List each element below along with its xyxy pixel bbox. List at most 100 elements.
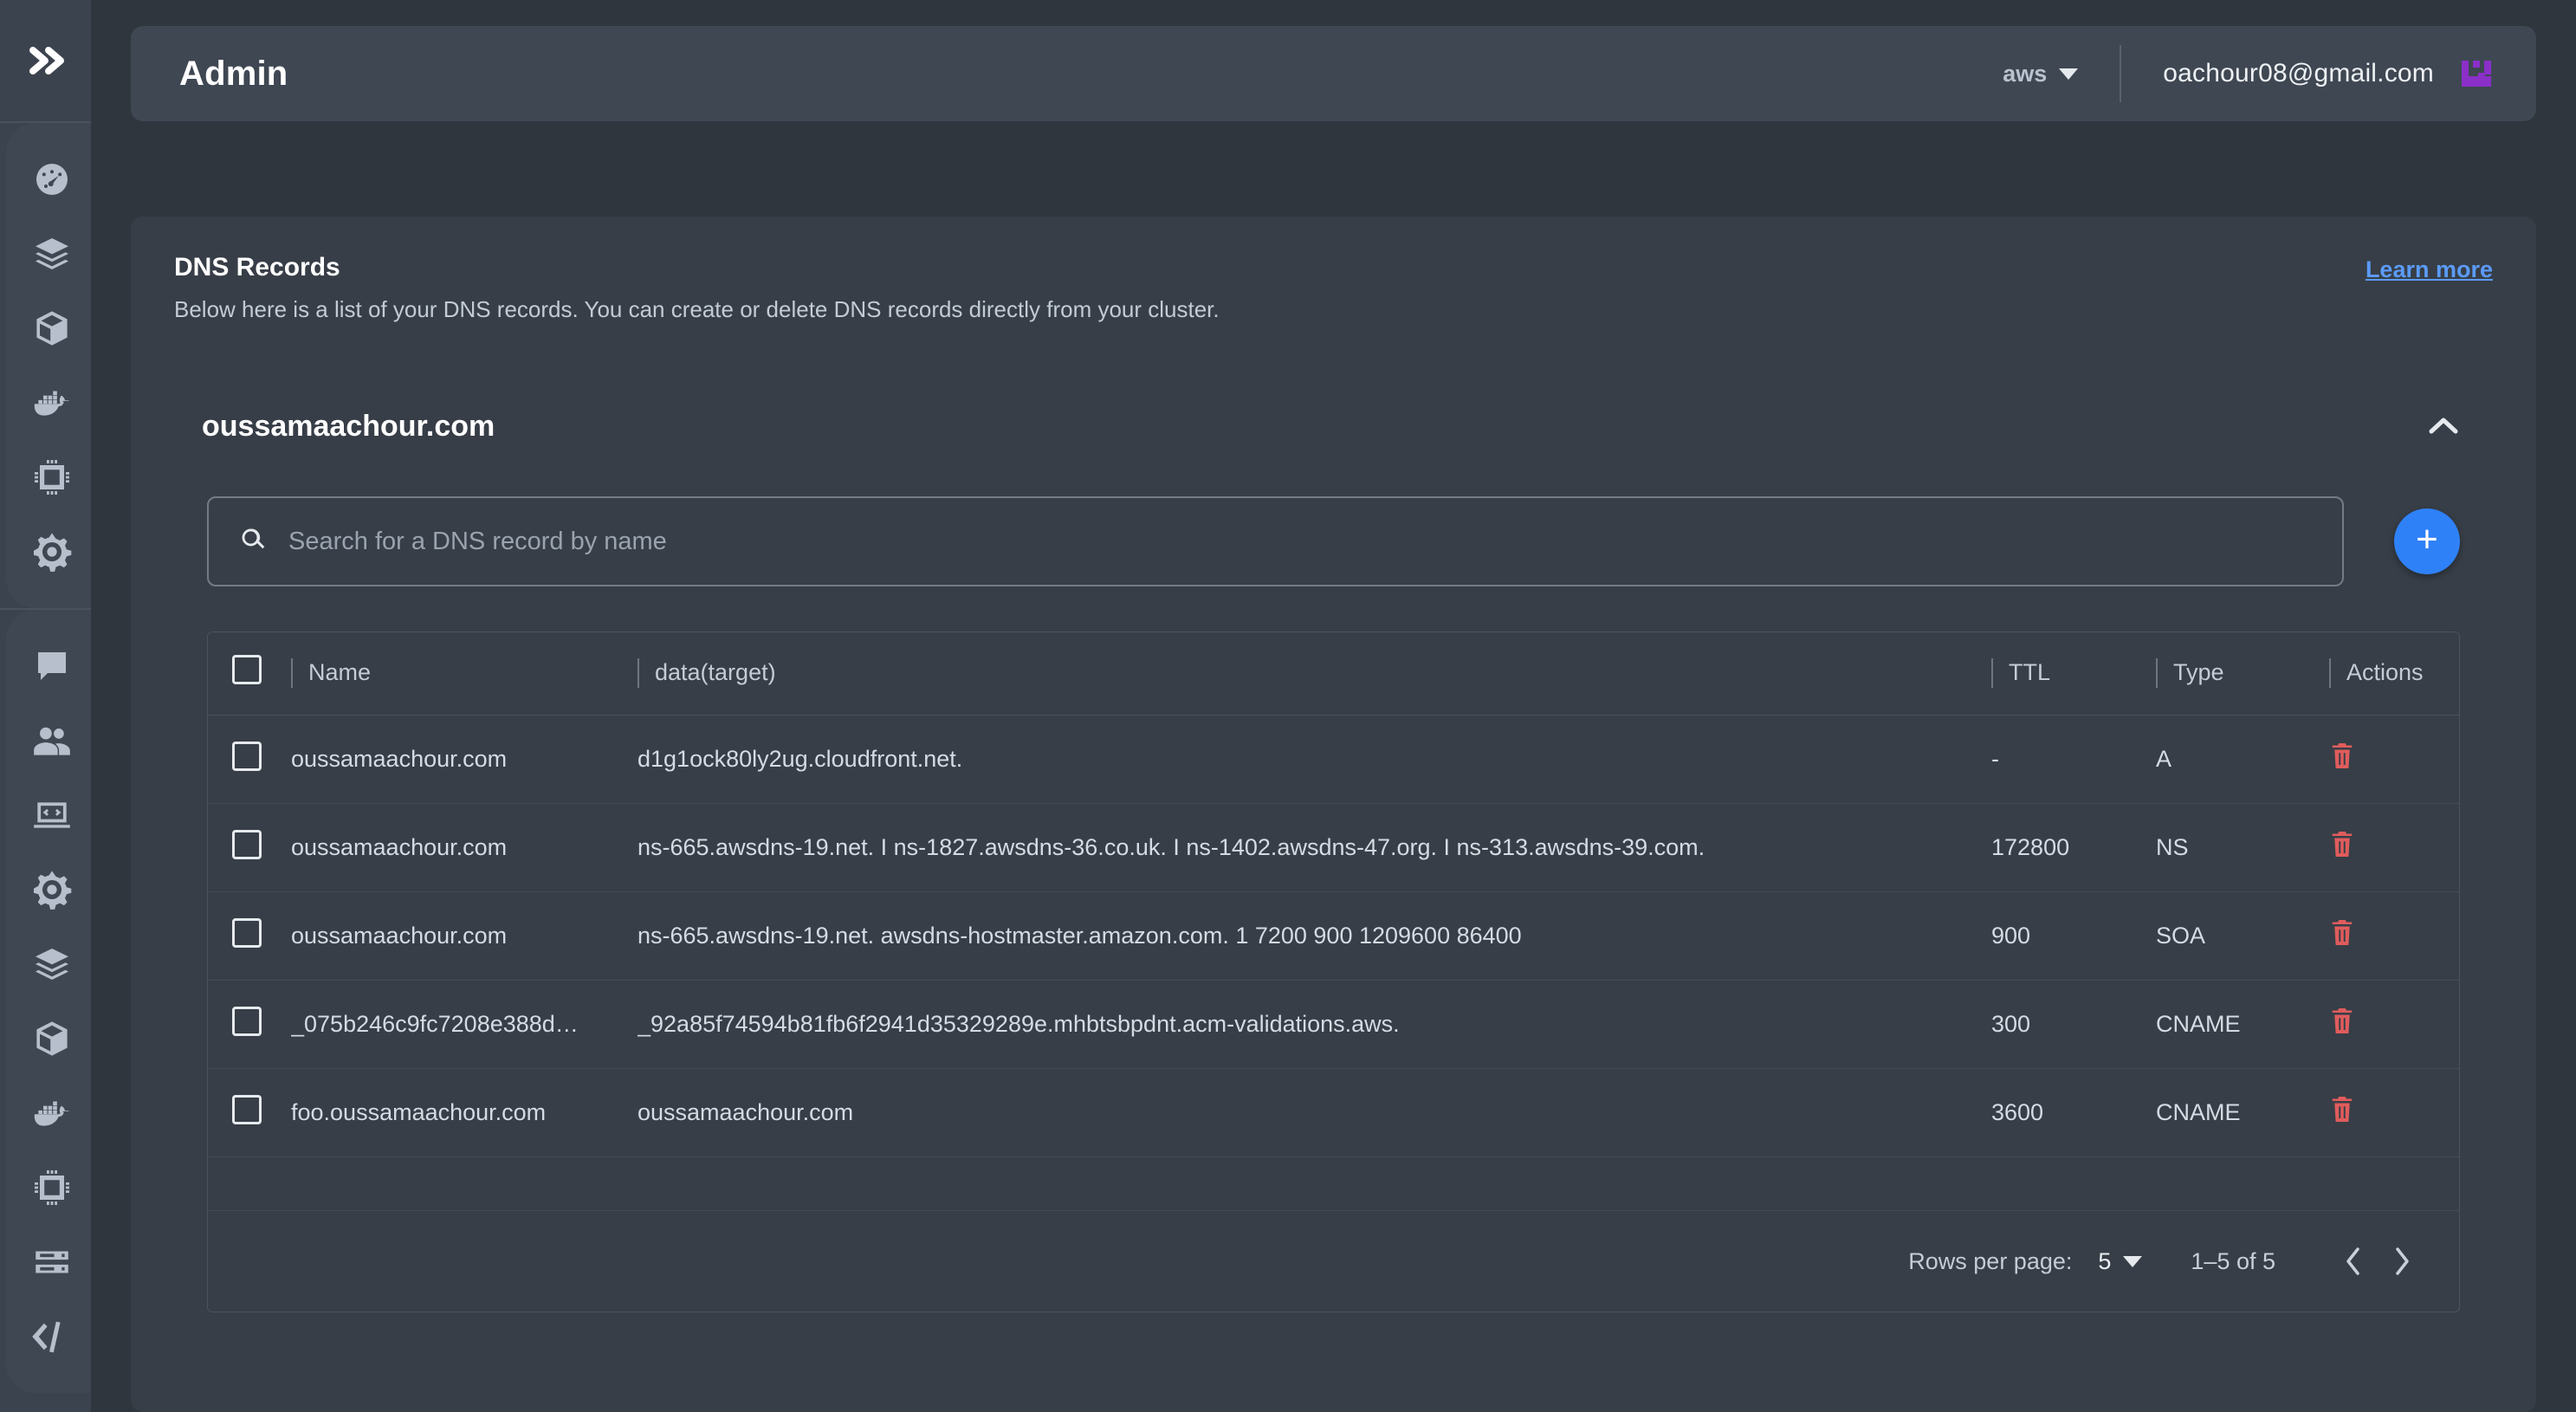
learn-more-link[interactable]: Learn more <box>2366 256 2493 283</box>
sidebar-item-compute[interactable] <box>6 440 97 515</box>
card-header: DNS Records Below here is a list of your… <box>174 253 2493 323</box>
delete-icon[interactable] <box>2329 832 2355 865</box>
cell-type: SOA <box>2156 891 2329 981</box>
sidebar-item-containers-2[interactable] <box>6 1001 97 1076</box>
prev-page-button[interactable] <box>2329 1237 2378 1286</box>
delete-icon[interactable] <box>2329 1008 2355 1041</box>
table-row[interactable]: oussamaachour.com ns-665.awsdns-19.net. I… <box>208 803 2459 892</box>
chevron-down-icon <box>2123 1255 2143 1267</box>
row-checkbox[interactable] <box>232 918 262 948</box>
layers-stack-icon <box>35 949 68 980</box>
search-row: + <box>174 496 2493 586</box>
sidebar-item-users[interactable] <box>6 703 97 778</box>
cloud-provider-dropdown[interactable]: aws <box>2003 61 2079 87</box>
domain-accordion-header[interactable]: oussamaachour.com <box>174 387 2493 465</box>
table-row[interactable]: oussamaachour.com d1g1ock80ly2ug.cloudfro… <box>208 715 2459 804</box>
docker-whale-icon <box>34 1101 69 1126</box>
column-header-name-label: Name <box>308 659 372 685</box>
pagination-range: 1–5 of 5 <box>2191 1247 2275 1274</box>
domain-accordion: oussamaachour.com + <box>174 387 2493 1312</box>
cell-data: oussamaachour.com <box>638 1068 1991 1157</box>
sidebar-item-docker[interactable] <box>6 366 97 440</box>
search-icon <box>238 525 268 559</box>
dns-records-card: DNS Records Below here is a list of your… <box>131 217 2536 1412</box>
column-header-data[interactable]: data(target) <box>638 632 1991 716</box>
cube-box-icon <box>36 311 68 346</box>
rows-per-page-label: Rows per page: <box>1908 1247 2073 1274</box>
cell-actions <box>2329 1068 2459 1157</box>
sidebar-item-containers[interactable] <box>6 291 97 366</box>
avatar[interactable] <box>2456 54 2496 94</box>
add-dns-record-button[interactable]: + <box>2394 508 2460 574</box>
delete-icon[interactable] <box>2329 920 2355 953</box>
search-box[interactable] <box>207 496 2344 586</box>
sidebar-item-stacks[interactable] <box>6 217 97 291</box>
dns-records-table-wrapper: Name data(target) TTL Type Actions oussa… <box>207 632 2460 1312</box>
dns-records-table: Name data(target) TTL Type Actions oussa… <box>208 632 2459 1211</box>
sidebar-item-dashboard[interactable] <box>6 142 97 217</box>
select-all-header <box>208 632 291 716</box>
cell-name: oussamaachour.com <box>291 803 638 892</box>
sidebar-item-kubernetes-2[interactable] <box>6 852 97 927</box>
cell-actions <box>2329 891 2459 981</box>
cell-ttl: 172800 <box>1991 803 2156 892</box>
column-header-ttl-label: TTL <box>2009 659 2051 685</box>
sidebar-expand-toggle[interactable] <box>0 0 91 121</box>
chat-bubble-icon <box>37 652 66 680</box>
sidebar-item-messages[interactable] <box>6 629 97 703</box>
table-row[interactable]: _075b246c9fc7208e388d… _92a85f74594b81fb6… <box>208 980 2459 1069</box>
chevron-up-icon[interactable] <box>2429 417 2458 436</box>
cpu-chip-icon <box>34 460 69 495</box>
cpu-chip-icon <box>34 1170 69 1205</box>
delete-icon[interactable] <box>2329 1097 2355 1130</box>
card-header-texts: DNS Records Below here is a list of your… <box>174 253 2366 323</box>
next-page-button[interactable] <box>2378 1237 2426 1286</box>
column-divider <box>638 657 639 688</box>
card-subtitle: Below here is a list of your DNS records… <box>174 296 1220 322</box>
row-checkbox[interactable] <box>232 742 262 771</box>
table-row[interactable]: foo.oussamaachour.com oussamaachour.com 36… <box>208 1068 2459 1157</box>
table-header-row: Name data(target) TTL Type Actions <box>208 632 2459 716</box>
column-header-name[interactable]: Name <box>291 632 638 716</box>
cell-type: A <box>2156 715 2329 804</box>
cell-data: d1g1ock80ly2ug.cloudfront.net. <box>638 715 1991 804</box>
column-divider <box>291 657 293 688</box>
sidebar-item-docker-2[interactable] <box>6 1076 97 1150</box>
column-header-actions-label: Actions <box>2346 659 2424 685</box>
row-select-cell <box>208 891 291 981</box>
delete-icon[interactable] <box>2329 743 2355 776</box>
column-header-ttl[interactable]: TTL <box>1991 632 2156 716</box>
topbar-divider <box>2120 45 2122 102</box>
docker-whale-icon <box>34 391 69 416</box>
column-header-type[interactable]: Type <box>2156 632 2329 716</box>
row-select-cell <box>208 803 291 892</box>
sidebar-item-servers[interactable] <box>6 1225 97 1299</box>
row-checkbox[interactable] <box>232 1007 262 1036</box>
chevron-down-icon <box>2059 68 2079 80</box>
laptop-code-icon <box>33 802 70 828</box>
cell-actions <box>2329 715 2459 804</box>
sidebar-item-api[interactable] <box>6 1299 97 1374</box>
table-head: Name data(target) TTL Type Actions <box>208 632 2459 716</box>
sidebar-item-kubernetes[interactable] <box>6 515 97 589</box>
cell-data: _92a85f74594b81fb6f2941d35329289e.mhbtsb… <box>638 980 1991 1069</box>
row-checkbox[interactable] <box>232 1095 262 1124</box>
table-spacer-cell <box>208 1156 2459 1211</box>
main-content: Admin aws oachour08@gmail.com DNS Record… <box>91 0 2576 1412</box>
table-row[interactable]: oussamaachour.com ns-665.awsdns-19.net. a… <box>208 891 2459 981</box>
cell-ttl: 3600 <box>1991 1068 2156 1157</box>
topbar: Admin aws oachour08@gmail.com <box>131 26 2536 121</box>
column-divider <box>1991 657 1993 688</box>
cell-name: oussamaachour.com <box>291 715 638 804</box>
search-input[interactable] <box>288 527 2313 556</box>
column-header-actions[interactable]: Actions <box>2329 632 2459 716</box>
sidebar-item-compute-2[interactable] <box>6 1150 97 1225</box>
sidebar-group-secondary <box>6 610 97 1393</box>
cell-type: NS <box>2156 803 2329 892</box>
sidebar-item-code[interactable] <box>6 778 97 852</box>
rows-per-page-select[interactable]: 5 <box>2098 1248 2143 1275</box>
column-divider <box>2329 657 2331 688</box>
row-checkbox[interactable] <box>232 830 262 859</box>
select-all-checkbox[interactable] <box>232 655 262 684</box>
sidebar-item-stacks-2[interactable] <box>6 927 97 1001</box>
